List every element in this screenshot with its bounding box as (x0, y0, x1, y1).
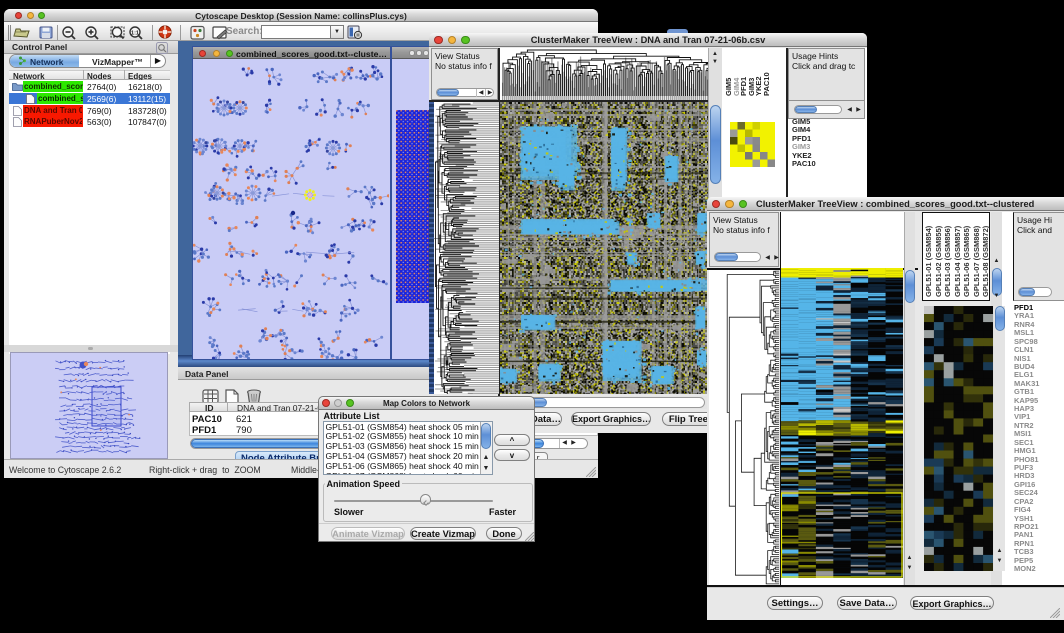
svg-text:1:1: 1:1 (131, 30, 139, 36)
